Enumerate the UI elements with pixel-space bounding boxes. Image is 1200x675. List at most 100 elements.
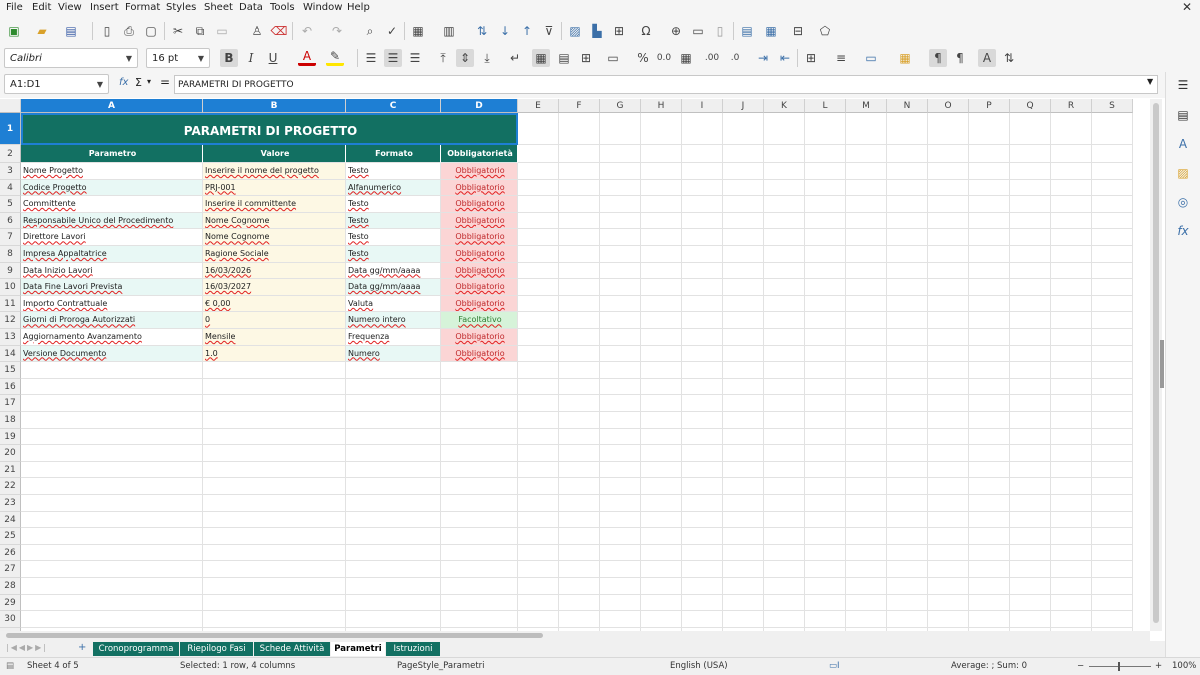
- empty-cell[interactable]: [641, 362, 682, 379]
- empty-cell[interactable]: [887, 428, 928, 446]
- special-character-icon[interactable]: Ω: [637, 22, 655, 40]
- empty-cell[interactable]: [887, 179, 928, 197]
- empty-cell[interactable]: [682, 378, 723, 396]
- name-box[interactable]: A1:D1 ▼: [4, 74, 109, 94]
- wrap-text-icon[interactable]: ↵: [506, 49, 524, 67]
- empty-cell[interactable]: [518, 594, 559, 612]
- empty-cell[interactable]: [887, 578, 928, 595]
- empty-cell[interactable]: [682, 412, 723, 429]
- empty-cell[interactable]: [1051, 611, 1092, 628]
- empty-cell[interactable]: [969, 478, 1010, 495]
- empty-cell[interactable]: [805, 329, 846, 346]
- empty-cell[interactable]: [600, 229, 641, 246]
- empty-cell[interactable]: [1092, 179, 1133, 197]
- empty-cell[interactable]: [1010, 611, 1051, 628]
- empty-cell[interactable]: [441, 611, 518, 628]
- properties-icon[interactable]: ▤: [1174, 106, 1192, 124]
- formula-input[interactable]: PARAMETRI DI PROGETTO: [174, 75, 1158, 94]
- empty-cell[interactable]: [723, 561, 764, 578]
- empty-cell[interactable]: [1010, 561, 1051, 578]
- empty-cell[interactable]: [203, 378, 346, 396]
- empty-cell[interactable]: [1010, 362, 1051, 379]
- empty-cell[interactable]: [1010, 378, 1051, 396]
- row-header-19[interactable]: 19: [0, 428, 21, 446]
- align-center-icon[interactable]: ☰: [384, 49, 402, 67]
- empty-cell[interactable]: [559, 528, 600, 545]
- empty-cell[interactable]: [203, 578, 346, 595]
- empty-cell[interactable]: [723, 179, 764, 197]
- row-header-11[interactable]: 11: [0, 295, 21, 313]
- empty-cell[interactable]: [441, 495, 518, 512]
- empty-cell[interactable]: [1092, 196, 1133, 213]
- empty-cell[interactable]: [928, 478, 969, 495]
- menu-edit[interactable]: Edit: [32, 2, 51, 13]
- empty-cell[interactable]: [682, 312, 723, 329]
- empty-cell[interactable]: [1092, 262, 1133, 280]
- empty-cell[interactable]: [21, 445, 203, 462]
- row-header-24[interactable]: 24: [0, 511, 21, 529]
- empty-cell[interactable]: [641, 163, 682, 180]
- empty-cell[interactable]: [682, 329, 723, 346]
- row-header-26[interactable]: 26: [0, 544, 21, 562]
- empty-cell[interactable]: [641, 578, 682, 595]
- menu-styles[interactable]: Styles: [166, 2, 196, 13]
- empty-cell[interactable]: [559, 511, 600, 529]
- empty-cell[interactable]: [346, 428, 441, 446]
- empty-cell[interactable]: [600, 395, 641, 412]
- title-cell[interactable]: PARAMETRI DI PROGETTO: [21, 113, 518, 145]
- empty-cell[interactable]: [805, 578, 846, 595]
- empty-cell[interactable]: [805, 279, 846, 296]
- empty-cell[interactable]: [1051, 212, 1092, 230]
- empty-cell[interactable]: [846, 495, 887, 512]
- empty-cell[interactable]: [887, 495, 928, 512]
- empty-cell[interactable]: [1092, 362, 1133, 379]
- empty-cell[interactable]: [969, 428, 1010, 446]
- header-cell[interactable]: Obbligatorietà: [441, 145, 518, 163]
- empty-cell[interactable]: [600, 179, 641, 197]
- table-cell[interactable]: Testo: [346, 246, 441, 263]
- empty-cell[interactable]: [600, 312, 641, 329]
- hyperlink-icon[interactable]: ⊕: [667, 22, 685, 40]
- table-cell[interactable]: Codice Progetto: [21, 179, 203, 197]
- empty-cell[interactable]: [887, 561, 928, 578]
- clear-formatting-icon[interactable]: ⌫: [270, 22, 288, 40]
- empty-cell[interactable]: [346, 495, 441, 512]
- row-icon[interactable]: ▦: [409, 22, 427, 40]
- table-cell[interactable]: 16/03/2026: [203, 262, 346, 280]
- empty-cell[interactable]: [518, 145, 559, 163]
- add-decimal-button[interactable]: .00: [703, 49, 721, 67]
- empty-cell[interactable]: [682, 246, 723, 263]
- empty-cell[interactable]: [969, 578, 1010, 595]
- empty-cell[interactable]: [1051, 461, 1092, 479]
- empty-cell[interactable]: [1051, 428, 1092, 446]
- empty-cell[interactable]: [1051, 262, 1092, 280]
- empty-cell[interactable]: [1092, 611, 1133, 628]
- empty-cell[interactable]: [887, 611, 928, 628]
- empty-cell[interactable]: [764, 179, 805, 197]
- table-cell[interactable]: Numero intero: [346, 312, 441, 329]
- row-header-30[interactable]: 30: [0, 611, 21, 628]
- empty-cell[interactable]: [805, 445, 846, 462]
- empty-cell[interactable]: [805, 528, 846, 545]
- empty-cell[interactable]: [441, 511, 518, 529]
- date-format-icon[interactable]: ▦: [677, 49, 695, 67]
- empty-cell[interactable]: [846, 412, 887, 429]
- empty-cell[interactable]: [805, 378, 846, 396]
- empty-cell[interactable]: [928, 229, 969, 246]
- empty-cell[interactable]: [928, 179, 969, 197]
- empty-cell[interactable]: [441, 561, 518, 578]
- empty-cell[interactable]: [723, 113, 764, 145]
- empty-cell[interactable]: [887, 445, 928, 462]
- empty-cell[interactable]: [641, 295, 682, 313]
- empty-cell[interactable]: [723, 544, 764, 562]
- empty-cell[interactable]: [805, 495, 846, 512]
- empty-cell[interactable]: [203, 395, 346, 412]
- empty-cell[interactable]: [1010, 511, 1051, 529]
- empty-cell[interactable]: [887, 378, 928, 396]
- empty-cell[interactable]: [764, 511, 805, 529]
- table-cell[interactable]: Impresa Appaltatrice: [21, 246, 203, 263]
- empty-cell[interactable]: [600, 279, 641, 296]
- empty-cell[interactable]: [518, 362, 559, 379]
- empty-cell[interactable]: [764, 395, 805, 412]
- row-header-13[interactable]: 13: [0, 329, 21, 346]
